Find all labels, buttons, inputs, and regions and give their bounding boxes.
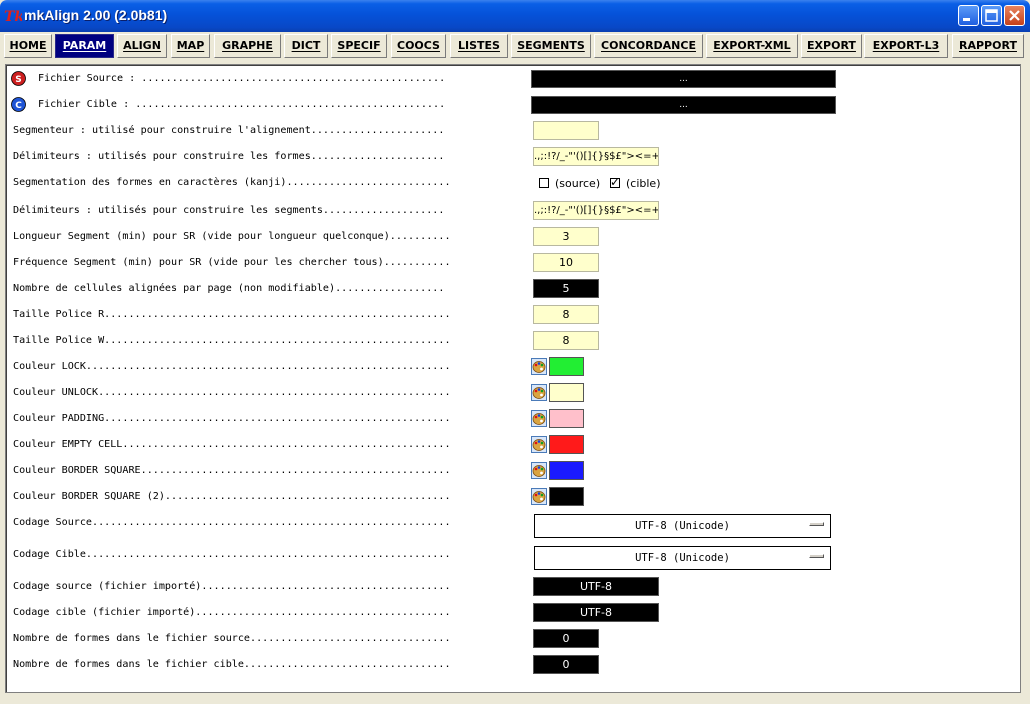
tab-coocs[interactable]: COOCS (391, 34, 446, 58)
color-border-square-2-label: Couleur BORDER SQUARE (2)...............… (13, 491, 451, 502)
forms-source-label: Nombre de formes dans le fichier source.… (13, 633, 451, 644)
import-encoding-source-label: Codage source (fichier importé).........… (13, 581, 451, 592)
kanji-target-box[interactable]: ✓ (610, 175, 621, 189)
tab-bar: HOME PARAM ALIGN MAP GRAPHE DICT SPECIF COOCS LI… (4, 33, 1026, 60)
color-border-square-label: Couleur BORDER SQUARE...................… (13, 465, 451, 476)
tab-dict[interactable]: DICT (284, 34, 328, 58)
color-padding-swatch[interactable] (549, 409, 584, 428)
color-empty-cell-swatch[interactable] (549, 435, 584, 454)
color-border-square-swatch[interactable] (549, 461, 584, 480)
tab-home[interactable]: HOME (4, 34, 52, 58)
minimize-icon (963, 18, 970, 21)
param-panel: S Fichier Source : .....................… (5, 64, 1021, 693)
segment-length-input[interactable]: 3 (533, 227, 599, 246)
palette-icon[interactable] (531, 488, 547, 505)
import-encoding-target-label: Codage cible (fichier importé)..........… (13, 607, 451, 618)
window-title: mkAlign 2.00 (2.0b81) (24, 7, 168, 23)
encoding-target-value: UTF-8 (Unicode) (635, 552, 730, 564)
source-file-label: Fichier Source : .......................… (38, 73, 446, 84)
close-button[interactable] (1004, 5, 1025, 26)
kanji-source-checkbox[interactable]: (source) (539, 176, 600, 190)
source-file-icon: S (11, 71, 26, 86)
dropdown-indicator-icon (809, 554, 824, 558)
forms-target-label: Nombre de formes dans le fichier cible..… (13, 659, 451, 670)
target-file-label: Fichier Cible : ........................… (38, 99, 446, 110)
forms-source-value: 0 (533, 629, 599, 648)
import-encoding-source-value: UTF-8 (533, 577, 659, 596)
target-file-path[interactable]: ... (531, 96, 836, 114)
encoding-source-label: Codage Source...........................… (13, 517, 451, 528)
encoding-source-value: UTF-8 (Unicode) (635, 520, 730, 532)
segmenter-input[interactable] (533, 121, 599, 140)
encoding-target-select[interactable]: UTF-8 (Unicode) (534, 546, 831, 570)
cells-per-page-value: 5 (533, 279, 599, 298)
encoding-source-select[interactable]: UTF-8 (Unicode) (534, 514, 831, 538)
minimize-button[interactable] (958, 5, 979, 26)
tab-graphe[interactable]: GRAPHE (214, 34, 281, 58)
tab-concordance[interactable]: CONCORDANCE (594, 34, 703, 58)
close-icon (1009, 10, 1020, 21)
font-size-r-input[interactable]: 8 (533, 305, 599, 324)
tab-param[interactable]: PARAM (55, 34, 114, 58)
form-delimiters-input[interactable]: .,;:!?/_-"'()[]{}§$£"><=+# (533, 147, 659, 166)
forms-target-value: 0 (533, 655, 599, 674)
font-size-r-label: Taille Police R.........................… (13, 309, 451, 320)
kanji-source-label: (source) (555, 176, 601, 190)
color-unlock-label: Couleur UNLOCK..........................… (13, 387, 451, 398)
tab-specif[interactable]: SPECIF (331, 34, 387, 58)
form-delimiters-label: Délimiteurs : utilisés pour construire l… (13, 151, 445, 162)
source-file-icon-letter: S (15, 75, 21, 85)
segment-delimiters-input[interactable]: .,;:!?/_-"'()[]{}§$£"><=+# (533, 201, 659, 220)
tk-logo-icon: Tk (4, 9, 22, 25)
app-window: Tk mkAlign 2.00 (2.0b81) HOMEPARAMALIGNM… (0, 0, 1030, 704)
kanji-source-box[interactable] (539, 178, 549, 188)
palette-icon[interactable] (531, 436, 547, 453)
tab-map[interactable]: MAP (171, 34, 210, 58)
segmenter-label: Segmenteur : utilisé pour construire l'a… (13, 125, 445, 136)
palette-icon[interactable] (531, 410, 547, 427)
segment-frequency-input[interactable]: 10 (533, 253, 599, 272)
target-file-icon-letter: C (15, 101, 22, 111)
font-size-w-label: Taille Police W.........................… (13, 335, 451, 346)
check-icon: ✓ (610, 175, 621, 189)
maximize-button[interactable] (981, 5, 1002, 26)
title-bar[interactable]: Tk mkAlign 2.00 (2.0b81) (0, 0, 1030, 32)
tab-rapport[interactable]: RAPPORT (952, 34, 1024, 58)
kanji-label: Segmentation des formes en caractères (k… (13, 177, 451, 188)
font-size-w-input[interactable]: 8 (533, 331, 599, 350)
palette-icon[interactable] (531, 384, 547, 401)
tab-export-l3[interactable]: EXPORT-L3 (864, 34, 948, 58)
tab-segments[interactable]: SEGMENTS (511, 34, 591, 58)
segment-length-label: Longueur Segment (min) pour SR (vide pou… (13, 231, 451, 242)
tab-align[interactable]: ALIGN (117, 34, 167, 58)
target-file-icon: C (11, 97, 26, 112)
color-lock-swatch[interactable] (549, 357, 584, 376)
cells-per-page-label: Nombre de cellules alignées par page (no… (13, 283, 445, 294)
svg-text:Tk: Tk (4, 9, 22, 25)
color-lock-label: Couleur LOCK............................… (13, 361, 451, 372)
tab-export[interactable]: EXPORT (801, 34, 862, 58)
kanji-target-label: (cible) (626, 176, 661, 190)
dropdown-indicator-icon (809, 522, 824, 526)
maximize-icon (985, 9, 998, 22)
source-file-path[interactable]: ... (531, 70, 836, 88)
color-padding-label: Couleur PADDING.........................… (13, 413, 451, 424)
tab-export-xml[interactable]: EXPORT-XML (706, 34, 798, 58)
segment-delimiters-label: Délimiteurs : utilisés pour construire l… (13, 205, 445, 216)
encoding-target-label: Codage Cible............................… (13, 549, 451, 560)
color-border-square-2-swatch[interactable] (549, 487, 584, 506)
palette-icon[interactable] (531, 358, 547, 375)
color-unlock-swatch[interactable] (549, 383, 584, 402)
color-empty-cell-label: Couleur EMPTY CELL......................… (13, 439, 451, 450)
palette-icon[interactable] (531, 462, 547, 479)
kanji-target-checkbox[interactable]: ✓ (cible) (610, 176, 661, 190)
import-encoding-target-value: UTF-8 (533, 603, 659, 622)
tab-listes[interactable]: LISTES (450, 34, 508, 58)
segment-frequency-label: Fréquence Segment (min) pour SR (vide po… (13, 257, 451, 268)
